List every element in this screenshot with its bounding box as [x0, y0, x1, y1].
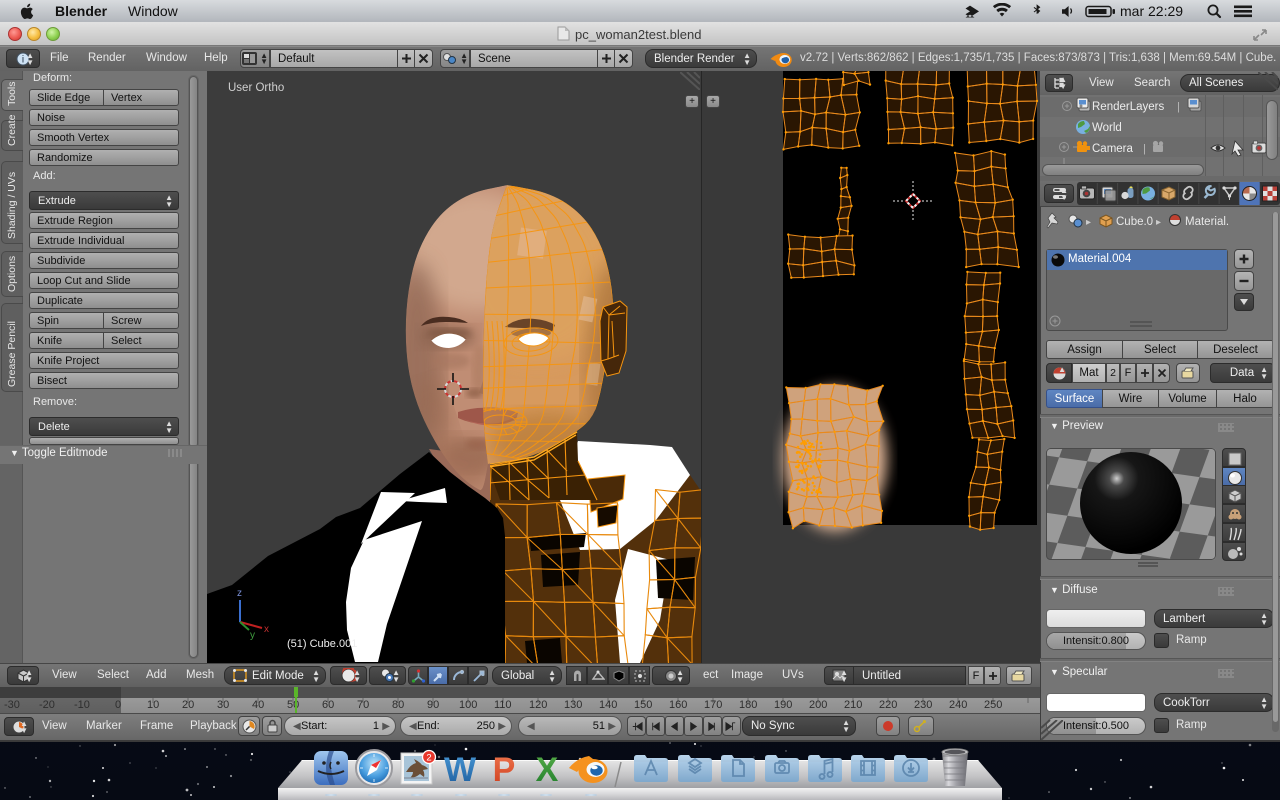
svg-text:▸: ▸ [1086, 217, 1091, 228]
svg-text:▸: ▸ [1156, 217, 1161, 228]
svg-text:P: P [493, 751, 516, 788]
svg-text:|: | [1177, 101, 1180, 113]
svg-text:W: W [444, 751, 477, 788]
svg-text:(51) Cube.001: (51) Cube.001 [287, 638, 357, 650]
svg-text:y: y [250, 630, 255, 641]
svg-text:2: 2 [426, 753, 431, 764]
svg-text:X: X [536, 751, 559, 788]
svg-text:World: World [1092, 122, 1122, 134]
svg-text:x: x [264, 624, 269, 635]
svg-text:z: z [237, 588, 242, 599]
svg-text:Material.: Material. [1185, 216, 1229, 228]
svg-text:Cube.0: Cube.0 [1116, 216, 1153, 228]
svg-text:i: i [22, 54, 24, 65]
svg-text:RenderLayers: RenderLayers [1092, 101, 1164, 113]
svg-text:Camera: Camera [1092, 143, 1134, 155]
svg-text:|: | [1143, 143, 1146, 155]
